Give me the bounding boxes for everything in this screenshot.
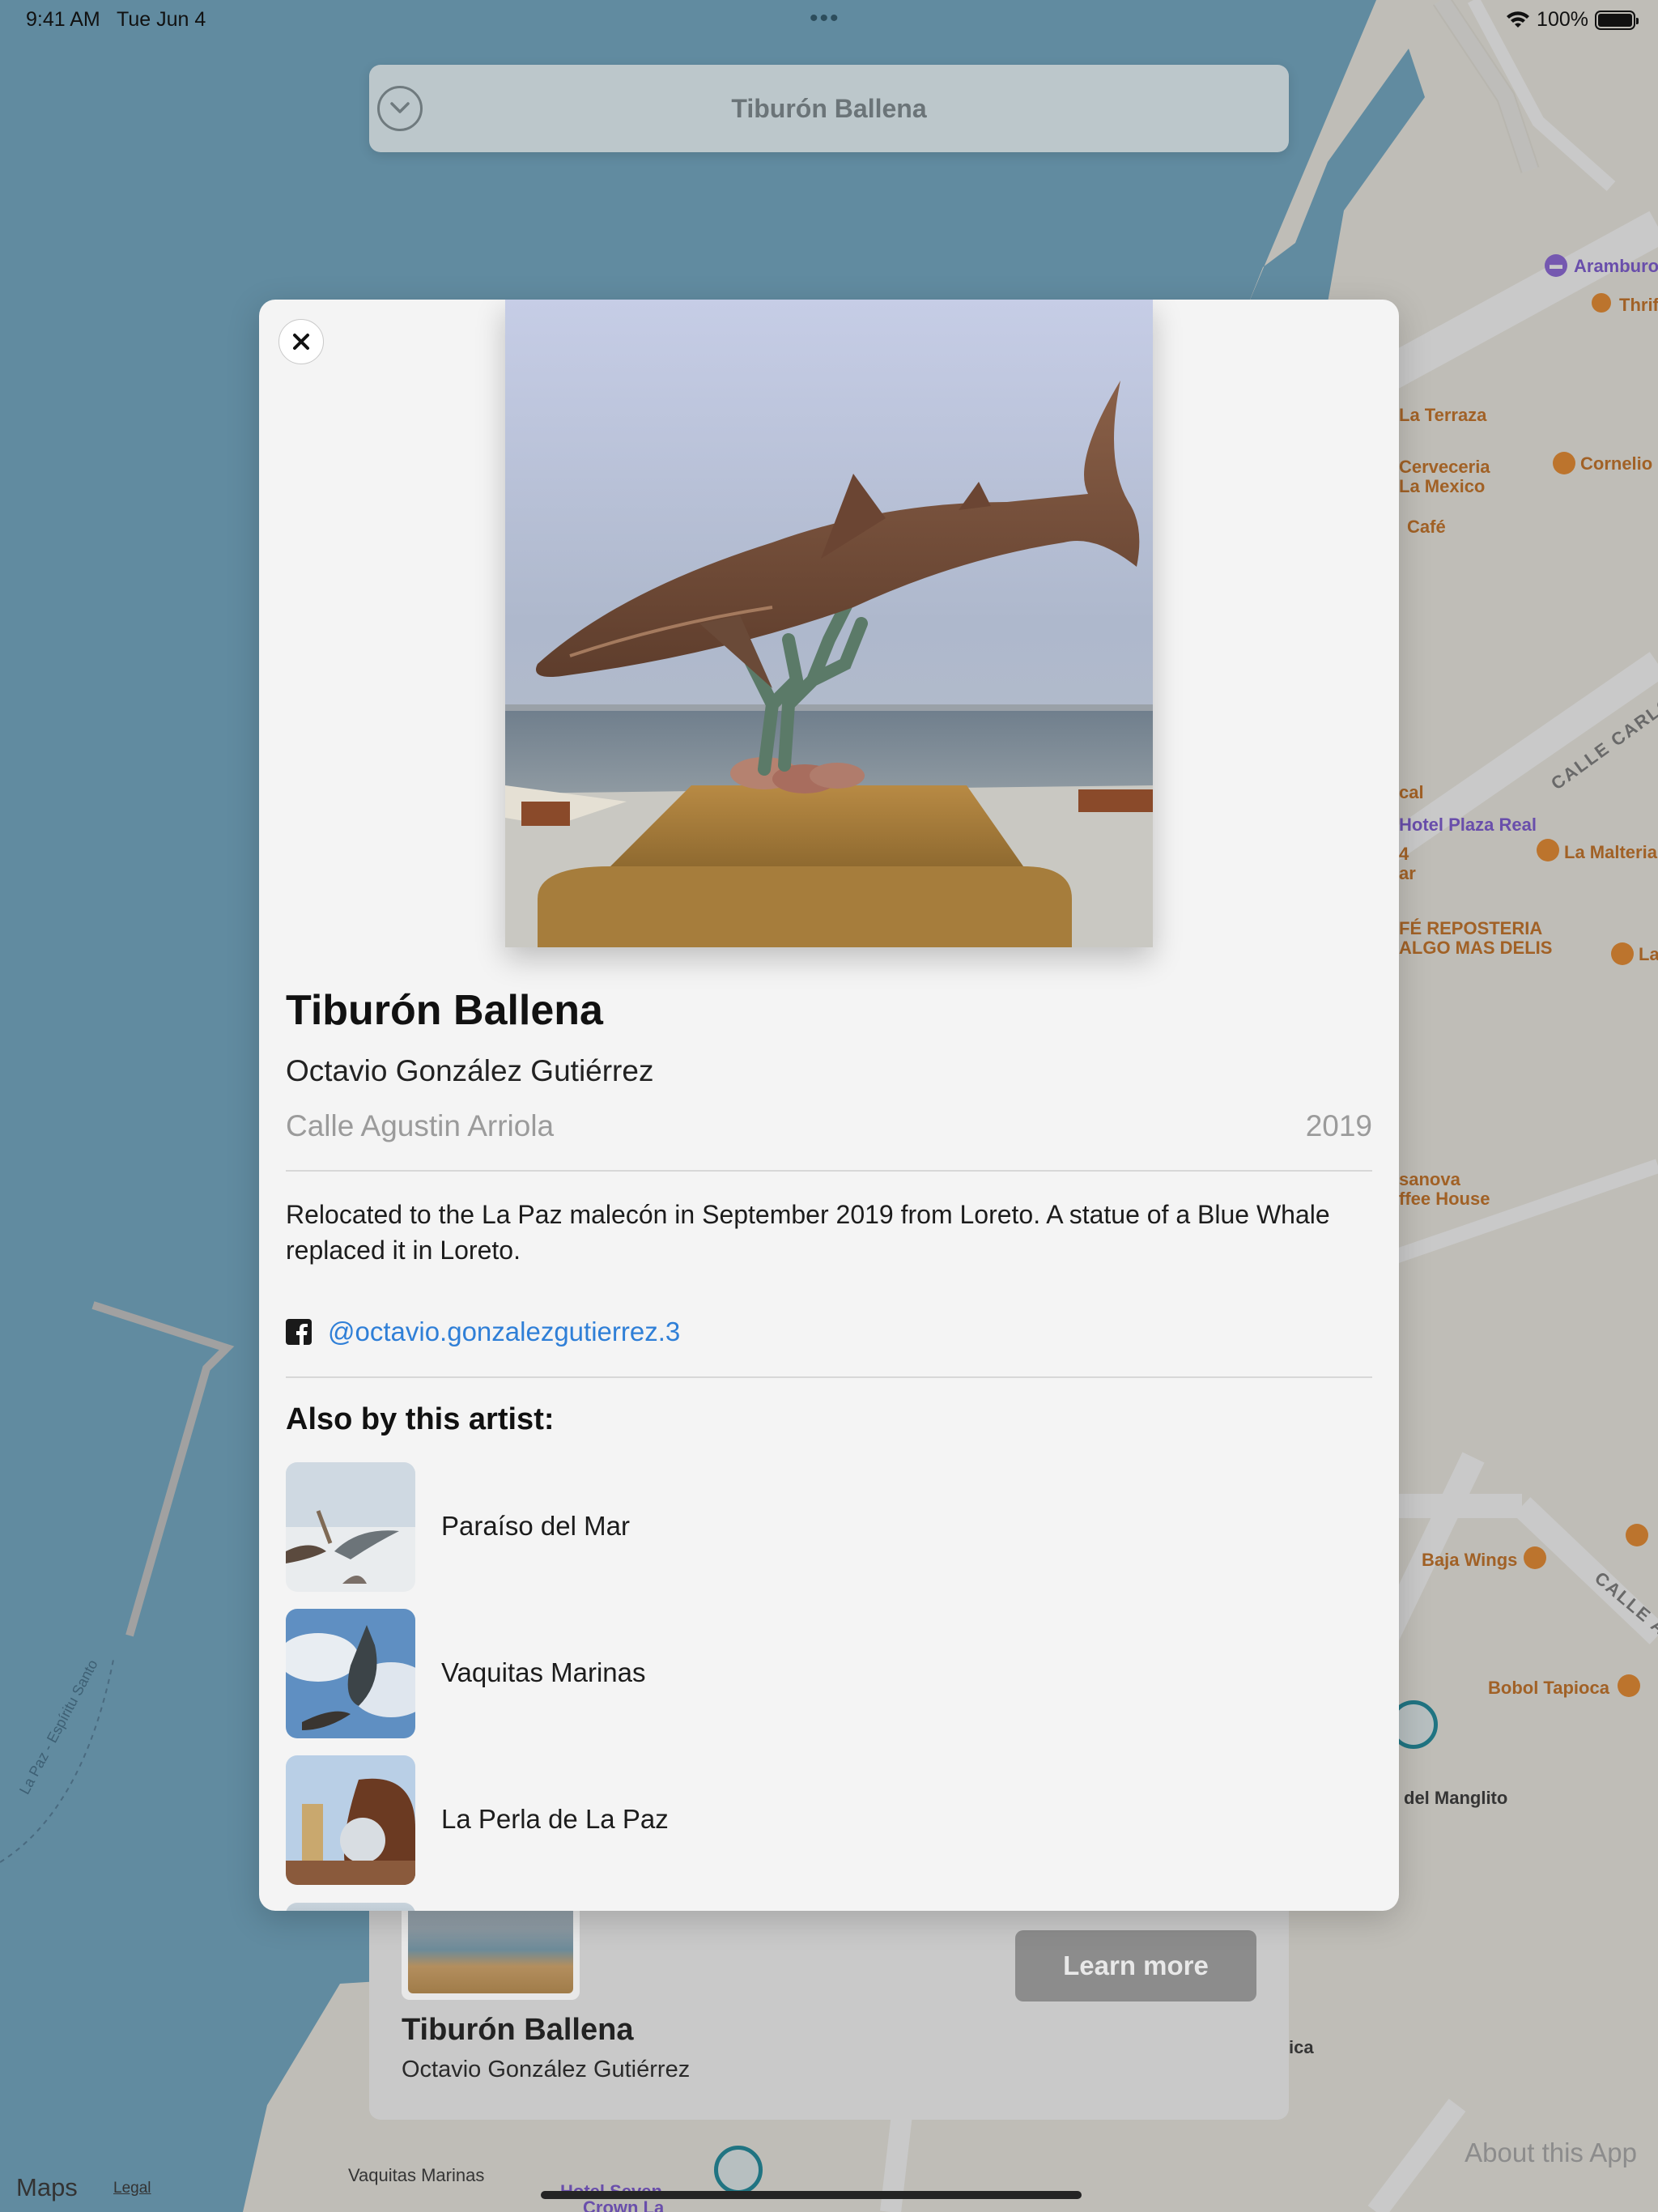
related-artwork-thumbnail bbox=[286, 1609, 415, 1738]
status-right: 100% bbox=[1506, 8, 1639, 32]
related-artwork-label: La Perla de La Paz bbox=[441, 1804, 669, 1834]
artist-name: Octavio González Gutiérrez bbox=[286, 1054, 654, 1087]
apple-maps-logo: Maps bbox=[16, 2173, 78, 2202]
status-date: Tue Jun 4 bbox=[117, 8, 206, 31]
legal-link[interactable]: Legal bbox=[113, 2180, 151, 2197]
artwork-detail-modal: Tiburón Ballena Octavio González Gutiérr… bbox=[259, 300, 1399, 1911]
close-button[interactable] bbox=[278, 319, 324, 364]
status-bar: 9:41 AM Tue Jun 4 ••• 100% bbox=[0, 0, 1658, 39]
related-artwork-thumbnail bbox=[286, 1462, 415, 1592]
learn-more-button[interactable]: Learn more bbox=[1015, 1930, 1256, 2001]
artwork-photo bbox=[505, 300, 1153, 947]
related-artwork-label: Vaquitas Marinas bbox=[441, 1657, 646, 1687]
about-this-app-link[interactable]: About this App bbox=[1465, 2138, 1637, 2168]
status-time: 9:41 AM bbox=[26, 8, 100, 31]
artwork-location: Calle Agustin Arriola bbox=[286, 1109, 555, 1142]
wifi-icon bbox=[1507, 11, 1530, 28]
related-artwork-item[interactable]: Vaquitas Marinas bbox=[286, 1609, 1338, 1738]
facebook-row[interactable]: @octavio.gonzalezgutierrez.3 bbox=[286, 1317, 680, 1347]
also-by-artist-heading: Also by this artist: bbox=[286, 1402, 555, 1436]
artwork-year: 2019 bbox=[1305, 1109, 1372, 1142]
related-artwork-item[interactable]: La Perla de La Paz bbox=[286, 1755, 1338, 1885]
maps-logo-label: Maps bbox=[16, 2173, 78, 2201]
home-indicator[interactable] bbox=[541, 2191, 1082, 2199]
top-bar-title: Tiburón Ballena bbox=[731, 94, 927, 123]
top-search-bar[interactable]: Tiburón Ballena bbox=[369, 65, 1289, 152]
whale-shark-sculpture-image bbox=[505, 300, 1153, 947]
facebook-link[interactable]: @octavio.gonzalezgutierrez.3 bbox=[328, 1317, 680, 1347]
related-artwork-thumbnail-partial[interactable] bbox=[286, 1903, 415, 1911]
related-artwork-label: Paraíso del Mar bbox=[441, 1511, 630, 1541]
divider bbox=[286, 1170, 1372, 1172]
artwork-description: Relocated to the La Paz malecón in Septe… bbox=[286, 1200, 1330, 1265]
multitasking-dots-icon[interactable]: ••• bbox=[810, 5, 840, 32]
related-artwork-item[interactable]: Paraíso del Mar bbox=[286, 1462, 1338, 1592]
close-icon bbox=[293, 334, 309, 350]
preview-title: Tiburón Ballena bbox=[402, 2013, 634, 2047]
related-artwork-thumbnail bbox=[286, 1755, 415, 1885]
artwork-title: Tiburón Ballena bbox=[286, 987, 603, 1034]
preview-artist: Octavio González Gutiérrez bbox=[402, 2057, 691, 2082]
battery-percent: 100% bbox=[1537, 8, 1588, 31]
battery-icon bbox=[1595, 10, 1639, 30]
divider bbox=[286, 1376, 1372, 1378]
facebook-icon bbox=[286, 1319, 312, 1345]
